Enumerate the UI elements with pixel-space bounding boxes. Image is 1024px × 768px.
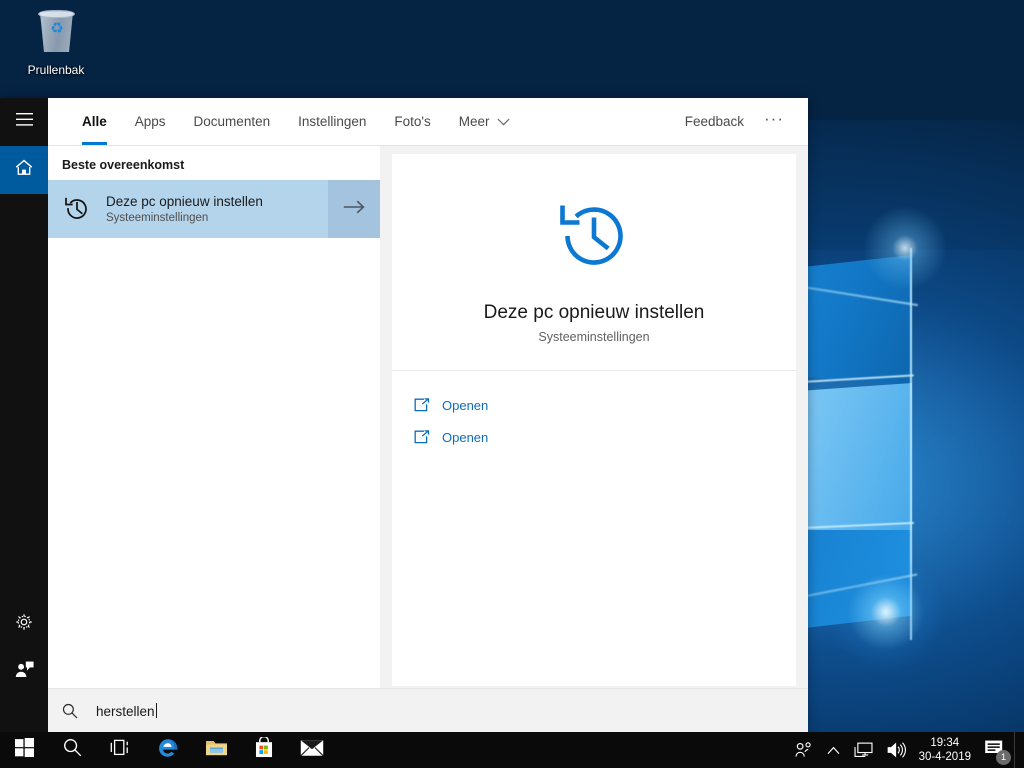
clock-date: 30-4-2019 [918,751,971,763]
desktop[interactable]: ♻ Prullenbak Alle Apps Documenten Instel… [0,0,1024,768]
reset-history-icon [48,180,106,238]
wallpaper-highlight [860,203,950,293]
arrow-right-icon [343,200,365,219]
action-center-button[interactable]: 1 [980,732,1014,768]
tab-label: Instellingen [298,114,367,129]
tab-meer[interactable]: Meer [445,98,524,145]
action-open-secondary[interactable]: Openen [392,421,796,453]
external-link-icon [414,397,442,413]
hamburger-menu-button[interactable] [0,98,48,146]
tab-label: Meer [458,114,490,129]
result-item-title: Deze pc opnieuw instellen [106,193,263,209]
home-icon [15,159,33,181]
search-input-value: herstellen [96,703,155,719]
desktop-icon-recycle-bin[interactable]: ♻ Prullenbak [14,8,98,78]
results-section-header: Beste overeenkomst [62,158,185,172]
sidebar-item-settings[interactable] [0,600,48,648]
flyout-main: Alle Apps Documenten Instellingen Foto's… [48,98,808,732]
file-explorer-button[interactable] [192,732,240,768]
recycle-bin-icon: ♻ [14,8,98,60]
show-desktop-button[interactable] [1014,732,1020,768]
search-icon [63,738,82,762]
system-tray[interactable]: 19:34 30-4-2019 1 [788,732,1024,768]
edge-browser-button[interactable] [144,732,192,768]
feedback-button[interactable]: Feedback [675,114,754,129]
sidebar-item-home[interactable] [0,146,48,194]
preview-title: Deze pc opnieuw instellen [483,302,705,323]
sidebar-item-feedback[interactable] [0,648,48,696]
microsoft-store-button[interactable] [240,732,288,768]
taskbar[interactable]: 19:34 30-4-2019 1 [0,732,1024,768]
start-button[interactable] [0,732,48,768]
wallpaper-highlight [826,552,946,672]
chevron-down-icon [496,114,510,129]
reset-history-icon [412,194,776,278]
result-item-best-match[interactable]: Deze pc opnieuw instellen Systeeminstell… [48,180,380,238]
desktop-icon-label: Prullenbak [27,63,85,77]
flyout-body: Beste overeenkomst Deze pc opnieuw inste… [48,146,808,688]
tab-label: Foto's [394,114,431,129]
preview-subtitle: Systeeminstellingen [538,330,650,344]
gear-icon [15,613,33,636]
mail-button[interactable] [288,732,336,768]
task-view-button[interactable] [96,732,144,768]
tab-label: Alle [82,114,107,129]
network-monitor-icon[interactable] [847,732,880,768]
navigation-rail[interactable] [0,98,48,732]
tab-documenten[interactable]: Documenten [180,98,285,145]
taskbar-search-button[interactable] [48,732,96,768]
preview-card: Deze pc opnieuw instellen Systeeminstell… [392,154,796,686]
store-bag-icon [254,735,274,763]
tab-instellingen[interactable]: Instellingen [284,98,380,145]
tab-bar[interactable]: Alle Apps Documenten Instellingen Foto's… [48,98,808,145]
action-label: Openen [442,429,489,445]
search-bar[interactable]: herstellen [48,688,808,732]
result-item-expand-button[interactable] [328,180,380,238]
tab-alle[interactable]: Alle [70,98,121,145]
result-item-subtitle: Systeeminstellingen [106,211,209,224]
search-icon [62,703,90,719]
search-flyout[interactable]: Alle Apps Documenten Instellingen Foto's… [0,98,808,732]
mail-envelope-icon [300,739,324,762]
preview-header: Deze pc opnieuw instellen Systeeminstell… [392,154,796,370]
preview-actions[interactable]: Openen Openen [392,371,796,453]
results-pane[interactable]: Beste overeenkomst Deze pc opnieuw inste… [48,146,380,688]
tab-label: Documenten [193,114,271,129]
external-link-icon [414,429,442,445]
more-options-button[interactable]: ··· [754,110,794,130]
speaker-icon[interactable] [880,732,913,768]
result-item-text: Deze pc opnieuw instellen Systeeminstell… [106,180,328,238]
people-icon[interactable] [788,732,820,768]
tab-label: Apps [134,114,166,129]
tab-fotos[interactable]: Foto's [380,98,444,145]
action-label: Openen [442,397,489,413]
windows-logo-icon [14,738,34,762]
search-input[interactable]: herstellen [90,702,157,719]
text-caret [155,702,157,718]
edge-browser-icon [157,736,180,764]
clock-time: 19:34 [930,737,960,749]
person-feedback-icon [15,661,34,683]
action-open-primary[interactable]: Openen [392,389,796,421]
hamburger-menu-icon [15,113,33,131]
clock[interactable]: 19:34 30-4-2019 [913,736,980,764]
preview-pane: Deze pc opnieuw instellen Systeeminstell… [380,146,808,688]
task-view-icon [110,739,131,761]
notification-badge: 1 [996,750,1011,765]
chevron-up-icon[interactable] [820,732,847,768]
tab-apps[interactable]: Apps [121,98,180,145]
folder-icon [205,738,228,762]
